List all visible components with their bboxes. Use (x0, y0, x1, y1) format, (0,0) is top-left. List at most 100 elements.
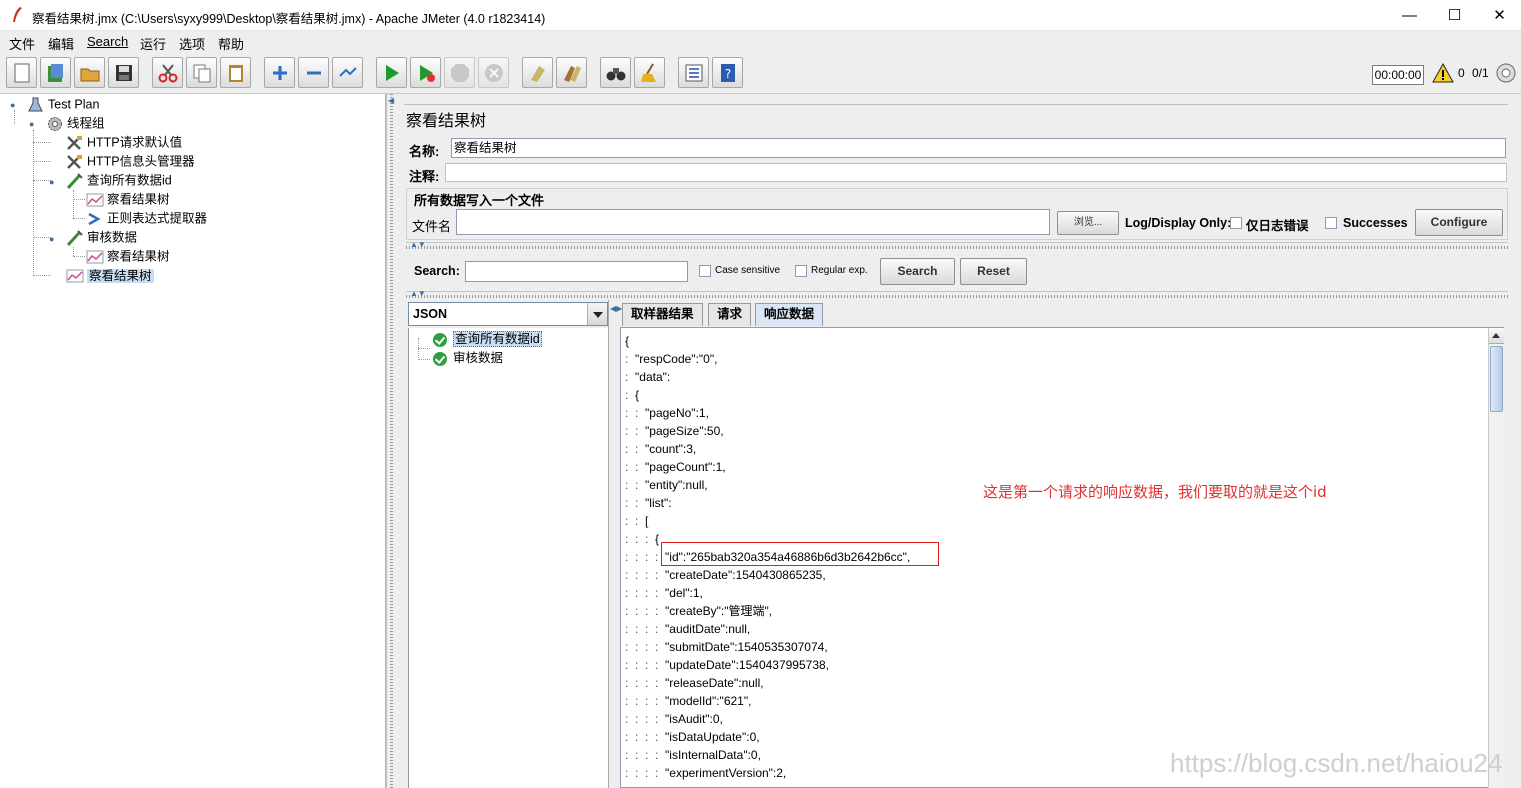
cut-button[interactable] (152, 57, 183, 88)
clear-button[interactable] (522, 57, 553, 88)
errors-only-checkbox[interactable] (1230, 217, 1242, 229)
tree-item-audit-sampler[interactable]: 审核数据 (66, 228, 137, 246)
start-no-pauses-button[interactable] (410, 57, 441, 88)
sample-item-audit[interactable]: 审核数据 (433, 349, 503, 367)
tree-toggle-icon[interactable]: ● (10, 100, 19, 110)
collapse-all-button[interactable] (298, 57, 329, 88)
tree-toggle-icon[interactable]: ● (29, 119, 38, 129)
menu-run[interactable]: 运行 (140, 34, 166, 53)
chevron-down-icon[interactable] (587, 303, 607, 325)
regex-checkbox[interactable] (795, 265, 807, 277)
response-text: "releaseDate":null, (665, 676, 764, 690)
new-button[interactable] (6, 57, 37, 88)
save-button[interactable] (108, 57, 139, 88)
collapse-up-icon[interactable]: ▲▼ (410, 289, 426, 298)
vertical-scrollbar[interactable] (1488, 328, 1504, 788)
minimize-button[interactable]: — (1387, 0, 1432, 31)
response-line: : : : : "auditDate":null, (625, 620, 750, 638)
header-splitter[interactable] (406, 242, 1508, 252)
tree-item-thread-group[interactable]: 线程组 (46, 114, 105, 132)
response-line: : : "pageNo":1, (625, 404, 709, 422)
response-text: "updateDate":1540437995738, (665, 658, 830, 672)
response-text: { (655, 532, 660, 546)
splitter-arrow-icon[interactable]: ◀▶ (610, 304, 622, 313)
response-line: : : : : "del":1, (625, 584, 703, 602)
stop-button[interactable] (444, 57, 475, 88)
search-button[interactable]: Search (880, 258, 955, 285)
tab-request[interactable]: 请求 (708, 303, 752, 326)
search-button-toolbar[interactable] (600, 57, 631, 88)
tree-item-result-tree-1[interactable]: 察看结果树 (86, 190, 170, 208)
help-button[interactable]: ? (712, 57, 743, 88)
tree-item-regex-extractor[interactable]: 正则表达式提取器 (86, 209, 207, 227)
function-helper-button[interactable] (678, 57, 709, 88)
tree-item-query-sampler[interactable]: 查询所有数据id (66, 171, 172, 189)
response-text: "list": (645, 496, 672, 510)
scroll-thumb[interactable] (1490, 346, 1503, 412)
response-text: "isInternalData":0, (665, 748, 761, 762)
tree-item-result-tree-3[interactable]: 察看结果树 (66, 266, 154, 284)
case-sensitive-checkbox[interactable] (699, 265, 711, 277)
title-bar: 察看结果树.jmx (C:\Users\syxy999\Desktop\察看结果… (0, 0, 1521, 31)
templates-icon (48, 64, 63, 82)
response-text: "respCode":"0", (635, 352, 718, 366)
paste-icon (229, 65, 243, 82)
filename-field[interactable] (456, 209, 1050, 235)
start-button[interactable] (376, 57, 407, 88)
shutdown-button[interactable] (478, 57, 509, 88)
indent-guide: : : (625, 514, 646, 528)
scroll-up-icon[interactable] (1489, 328, 1504, 344)
search-splitter[interactable] (406, 291, 1508, 301)
close-button[interactable]: ✕ (1477, 0, 1521, 31)
response-line: : : : : "updateDate":1540437995738, (625, 656, 829, 674)
tree-toggle-icon[interactable]: ● (49, 234, 58, 244)
tree-item-header-manager[interactable]: HTTP信息头管理器 (66, 152, 195, 170)
templates-button[interactable] (40, 57, 71, 88)
annotation-note: 这是第一个请求的响应数据，我们要取的就是这个id (983, 483, 1327, 501)
comment-field[interactable] (445, 163, 1507, 182)
clear-all-icon (564, 66, 581, 82)
tree-item-result-tree-2[interactable]: 察看结果树 (86, 247, 170, 265)
menu-options[interactable]: 选项 (179, 34, 205, 53)
cut-icon (158, 64, 178, 83)
tree-toggle-icon[interactable]: ● (49, 177, 58, 187)
response-line: : : [ (625, 512, 648, 530)
start-icon (386, 65, 399, 81)
indent-guide: : : : : (625, 568, 666, 582)
search-input[interactable] (465, 261, 688, 282)
reset-search-button[interactable] (634, 57, 665, 88)
collapse-up-icon[interactable]: ▲▼ (410, 240, 426, 249)
warning-icon[interactable] (1432, 62, 1454, 84)
paste-button[interactable] (220, 57, 251, 88)
menu-file[interactable]: 文件 (9, 34, 35, 53)
browse-button[interactable]: 浏览... (1057, 211, 1119, 235)
sample-item-query[interactable]: 查询所有数据id (433, 330, 542, 348)
expand-all-button[interactable] (264, 57, 295, 88)
tree-item-http-defaults[interactable]: HTTP请求默认值 (66, 133, 182, 151)
main-splitter[interactable] (386, 94, 396, 788)
results-splitter[interactable] (608, 300, 618, 788)
splitter-arrow-icon[interactable]: ◀ (388, 96, 394, 105)
window-title: 察看结果树.jmx (C:\Users\syxy999\Desktop\察看结果… (32, 12, 546, 26)
open-button[interactable] (74, 57, 105, 88)
renderer-select[interactable]: JSON (408, 302, 608, 326)
tab-sampler-result[interactable]: 取样器结果 (622, 303, 703, 326)
menu-help[interactable]: 帮助 (218, 34, 244, 53)
save-icon (116, 65, 132, 81)
toggle-button[interactable] (332, 57, 363, 88)
response-text: "count":3, (645, 442, 697, 456)
name-field[interactable]: 察看结果树 (451, 138, 1506, 158)
indent-guide: : : : : (625, 622, 666, 636)
configure-button[interactable]: Configure (1415, 209, 1503, 236)
clear-all-button[interactable] (556, 57, 587, 88)
tab-response-data[interactable]: 响应数据 (755, 303, 824, 326)
maximize-button[interactable]: ☐ (1432, 0, 1477, 31)
copy-button[interactable] (186, 57, 217, 88)
menu-search[interactable]: Search (87, 34, 128, 49)
response-line: : : "pageCount":1, (625, 458, 726, 476)
indent-guide: : : : : (625, 748, 666, 762)
tree-item-test-plan[interactable]: Test Plan (27, 95, 99, 113)
menu-edit[interactable]: 编辑 (48, 34, 74, 53)
successes-checkbox[interactable] (1325, 217, 1337, 229)
reset-button[interactable]: Reset (960, 258, 1027, 285)
